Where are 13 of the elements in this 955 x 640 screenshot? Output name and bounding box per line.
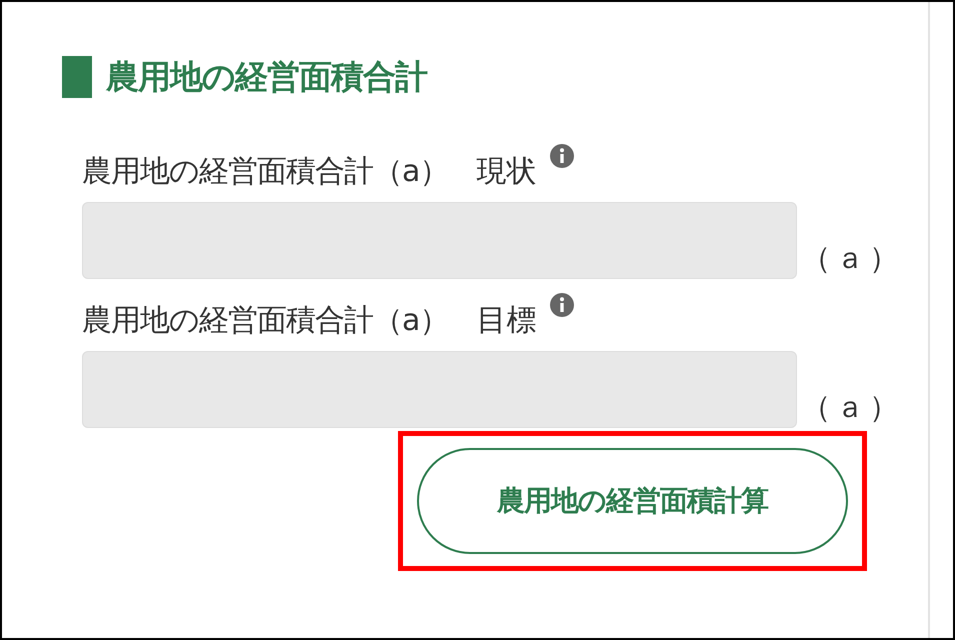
info-icon[interactable] bbox=[550, 144, 574, 168]
calculate-button[interactable]: 農用地の経営面積計算 bbox=[417, 448, 848, 554]
info-icon[interactable] bbox=[550, 293, 574, 317]
section-title: 農用地の経営面積合計 bbox=[106, 56, 427, 98]
field-qualifier: 目標 bbox=[476, 302, 536, 340]
input-field[interactable] bbox=[82, 351, 797, 428]
heading-marker bbox=[62, 56, 92, 98]
input-field[interactable] bbox=[82, 202, 797, 279]
field-qualifier: 現状 bbox=[476, 153, 536, 191]
unit-label: （ａ） bbox=[801, 240, 903, 278]
unit-label: （ａ） bbox=[801, 389, 903, 427]
field-label: 農用地の経営面積合計（a） bbox=[82, 153, 448, 191]
field-label: 農用地の経営面積合計（a） bbox=[82, 302, 448, 340]
